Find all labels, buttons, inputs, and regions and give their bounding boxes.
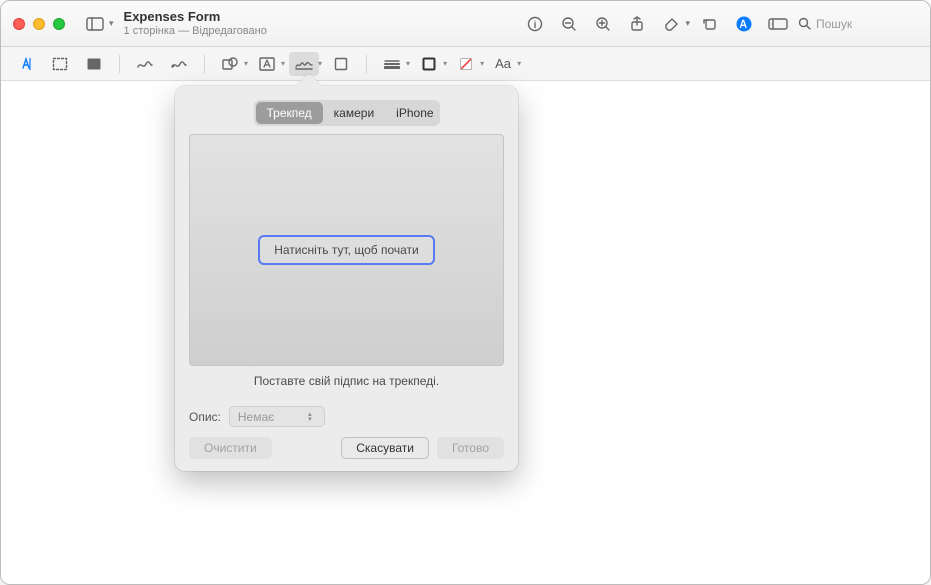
text-cursor-icon bbox=[19, 56, 33, 72]
description-select[interactable]: Немає ▴▾ bbox=[229, 406, 325, 427]
rect-select-icon bbox=[52, 57, 68, 71]
border-color-icon bbox=[422, 57, 436, 71]
done-button[interactable]: Готово bbox=[437, 437, 504, 459]
chevron-down-icon: ▾ bbox=[109, 18, 114, 29]
chevron-down-icon: ▾ bbox=[480, 59, 484, 68]
title-block: Expenses Form 1 сторінка — Відредаговано bbox=[124, 10, 522, 36]
text-box-icon bbox=[259, 57, 275, 71]
redact-icon bbox=[86, 57, 102, 71]
info-button[interactable] bbox=[521, 10, 549, 38]
search-placeholder: Пошук bbox=[816, 17, 852, 31]
zoom-out-button[interactable] bbox=[555, 10, 583, 38]
share-icon bbox=[630, 16, 644, 32]
sketch-tool[interactable] bbox=[130, 52, 160, 76]
lines-icon bbox=[384, 59, 400, 69]
document-title: Expenses Form bbox=[124, 10, 522, 24]
tab-camera[interactable]: камери bbox=[323, 102, 386, 124]
info-icon bbox=[527, 16, 543, 32]
chevron-down-icon: ▾ bbox=[281, 59, 285, 68]
start-signing-button[interactable]: Натисніть тут, щоб почати bbox=[258, 235, 435, 265]
tab-iphone[interactable]: iPhone bbox=[385, 102, 444, 124]
signature-instruction: Поставте свій підпис на трекпеді. bbox=[189, 374, 504, 388]
divider bbox=[366, 55, 367, 73]
chevron-down-icon: ▾ bbox=[517, 59, 521, 68]
rotate-button[interactable] bbox=[696, 10, 724, 38]
markup-toolbar: ▾ ▾ ▾ ▾ ▾ ▾ bbox=[1, 47, 930, 81]
description-label: Опис: bbox=[189, 410, 221, 424]
chevron-down-icon: ▾ bbox=[685, 18, 690, 29]
redact-tool[interactable] bbox=[79, 52, 109, 76]
shapes-icon bbox=[222, 57, 238, 71]
sign-tool[interactable] bbox=[289, 52, 319, 76]
chevron-down-icon: ▾ bbox=[443, 59, 447, 68]
shapes-tool[interactable] bbox=[215, 52, 245, 76]
zoom-in-button[interactable] bbox=[589, 10, 617, 38]
zoom-in-icon bbox=[595, 16, 611, 32]
text-style-icon: Aa bbox=[495, 56, 511, 71]
clear-button[interactable]: Очистити bbox=[189, 437, 272, 459]
text-tool[interactable] bbox=[252, 52, 282, 76]
markup-icon bbox=[735, 15, 753, 33]
note-icon bbox=[334, 57, 348, 71]
text-selection-tool[interactable] bbox=[11, 52, 41, 76]
chevron-down-icon: ▾ bbox=[406, 59, 410, 68]
cancel-button[interactable]: Скасувати bbox=[341, 437, 429, 459]
sketch-icon bbox=[136, 58, 154, 70]
share-button[interactable] bbox=[623, 10, 651, 38]
signature-icon bbox=[294, 57, 314, 71]
divider bbox=[204, 55, 205, 73]
toolbar-right: ▾ Пошук bbox=[521, 10, 918, 38]
window-controls bbox=[13, 18, 65, 30]
draw-tool[interactable] bbox=[164, 52, 194, 76]
tab-trackpad[interactable]: Трекпед bbox=[256, 102, 323, 124]
chevron-down-icon: ▾ bbox=[318, 59, 322, 68]
zoom-window-button[interactable] bbox=[53, 18, 65, 30]
preview-window: ▾ Expenses Form 1 сторінка — Відредагова… bbox=[0, 0, 931, 585]
signature-source-segmented: Трекпед камери iPhone bbox=[254, 100, 440, 126]
zoom-out-icon bbox=[561, 16, 577, 32]
document-subtitle: 1 сторінка — Відредаговано bbox=[124, 25, 522, 37]
signature-popover: Трекпед камери iPhone Натисніть тут, щоб… bbox=[175, 86, 518, 471]
rectangular-selection-tool[interactable] bbox=[45, 52, 75, 76]
divider bbox=[119, 55, 120, 73]
border-color-tool[interactable] bbox=[414, 52, 444, 76]
search-icon bbox=[798, 17, 811, 30]
rotate-icon bbox=[702, 16, 718, 32]
form-fields-button[interactable] bbox=[764, 10, 792, 38]
text-style-tool[interactable]: Aa bbox=[488, 52, 518, 76]
description-value: Немає bbox=[238, 410, 274, 424]
minimize-window-button[interactable] bbox=[33, 18, 45, 30]
note-tool[interactable] bbox=[326, 52, 356, 76]
border-style-tool[interactable] bbox=[377, 52, 407, 76]
form-fields-icon bbox=[768, 18, 788, 30]
sidebar-toggle-button[interactable] bbox=[81, 10, 109, 38]
fill-color-tool[interactable] bbox=[451, 52, 481, 76]
search-field[interactable]: Пошук bbox=[798, 17, 918, 31]
description-row: Опис: Немає ▴▾ bbox=[189, 406, 504, 427]
draw-icon bbox=[170, 58, 188, 70]
chevron-down-icon: ▾ bbox=[244, 59, 248, 68]
popover-buttons: Очистити Скасувати Готово bbox=[189, 437, 504, 459]
title-bar: ▾ Expenses Form 1 сторінка — Відредагова… bbox=[1, 1, 930, 47]
highlighter-icon bbox=[663, 16, 679, 32]
markup-toggle-button[interactable] bbox=[730, 10, 758, 38]
signature-canvas[interactable]: Натисніть тут, щоб почати bbox=[189, 134, 504, 366]
close-window-button[interactable] bbox=[13, 18, 25, 30]
select-arrows-icon: ▴▾ bbox=[304, 412, 316, 422]
highlight-button[interactable] bbox=[657, 10, 685, 38]
fill-color-icon bbox=[459, 57, 473, 71]
sidebar-icon bbox=[86, 17, 104, 31]
